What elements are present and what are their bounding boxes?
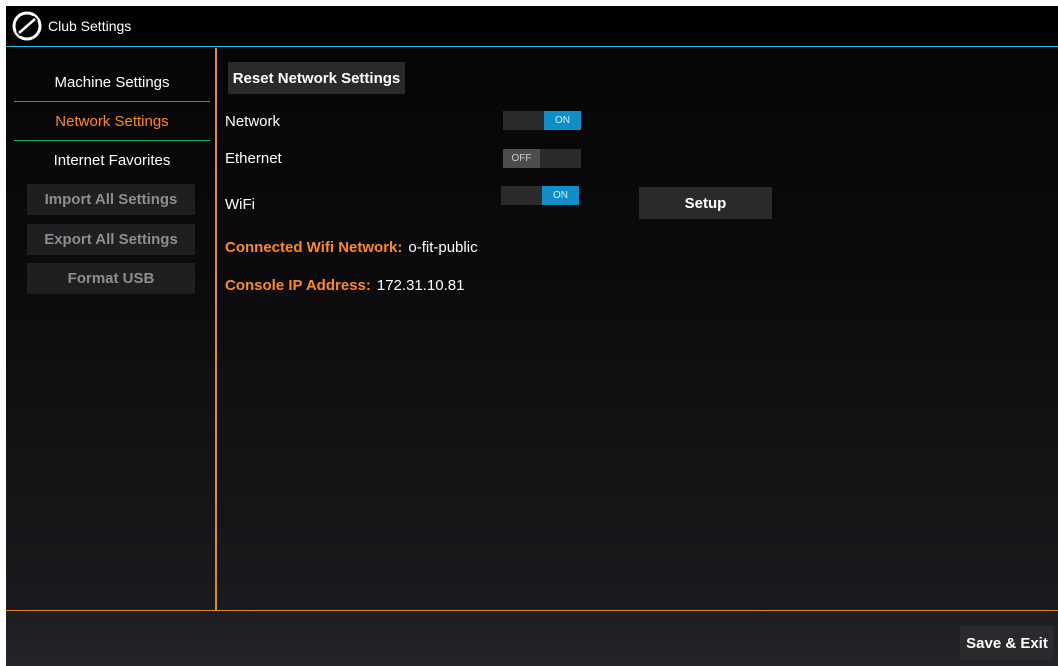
save-exit-button[interactable]: Save & Exit <box>960 626 1054 660</box>
ethernet-toggle[interactable]: OFF <box>503 149 581 168</box>
toggle-state: ON <box>544 111 581 130</box>
sidebar-item-internet-favorites[interactable]: Internet Favorites <box>14 142 210 178</box>
sidebar-item-label: Network Settings <box>55 112 169 130</box>
console-ip-info: Console IP Address: 172.31.10.81 <box>225 277 464 294</box>
wifi-toggle[interactable]: ON <box>501 186 579 205</box>
wifi-label: WiFi <box>225 196 255 213</box>
nav-divider <box>14 140 210 141</box>
toggle-state: ON <box>542 186 579 205</box>
setup-button[interactable]: Setup <box>639 187 772 219</box>
export-all-settings-button[interactable]: Export All Settings <box>27 224 195 255</box>
reset-network-settings-button[interactable]: Reset Network Settings <box>228 62 405 94</box>
sidebar: Machine Settings Network Settings Intern… <box>6 48 217 610</box>
sidebar-item-label: Machine Settings <box>54 73 170 91</box>
ethernet-label: Ethernet <box>225 150 282 167</box>
toggle-state: OFF <box>503 149 540 168</box>
sidebar-item-network-settings[interactable]: Network Settings <box>14 103 210 139</box>
app-title: Club Settings <box>48 18 132 34</box>
network-toggle[interactable]: ON <box>503 111 581 130</box>
import-all-settings-button[interactable]: Import All Settings <box>27 184 195 215</box>
sidebar-item-machine-settings[interactable]: Machine Settings <box>14 64 210 100</box>
app-screen: Club Settings Machine Settings Network S… <box>6 6 1058 666</box>
network-label: Network <box>225 113 281 130</box>
console-ip-value: 172.31.10.81 <box>376 277 465 294</box>
sidebar-item-label: Internet Favorites <box>53 151 171 169</box>
console-ip-label: Console IP Address: <box>225 277 371 294</box>
format-usb-button[interactable]: Format USB <box>27 263 195 294</box>
connected-wifi-info: Connected Wifi Network: o-fit-public <box>225 239 478 256</box>
connected-wifi-label: Connected Wifi Network: <box>225 239 403 256</box>
brand-logo-icon <box>12 11 42 41</box>
nav-divider <box>14 101 210 102</box>
title-bar: Club Settings <box>6 6 1058 47</box>
connected-wifi-value: o-fit-public <box>408 239 478 256</box>
bottom-bar: Save & Exit <box>6 610 1058 666</box>
